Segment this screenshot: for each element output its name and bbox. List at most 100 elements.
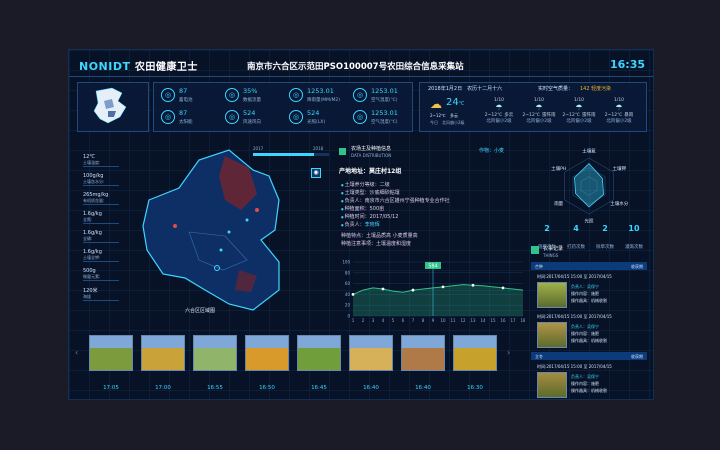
note-key: 种植特点：	[341, 233, 367, 239]
thermometer-icon: ◎	[353, 88, 367, 102]
info-row-1: ● 土壤类型：沙底细砂粘壤	[341, 189, 400, 196]
gallery-time: 16:50	[259, 385, 275, 391]
weather-date: 2018年1月2日 农历十二月十六	[428, 86, 503, 92]
chart-xtick: 13	[470, 318, 476, 323]
stat-3: 10 灌溉次数	[620, 224, 648, 252]
chart-point	[411, 288, 415, 292]
clock: 16:35	[609, 58, 645, 71]
stat-value: 2	[544, 224, 550, 233]
info-note-1: 种植注意事项：土壤温度和湿度	[341, 240, 411, 247]
info-value: 二级	[379, 182, 390, 188]
forecast-wind: 北风偏小2级	[606, 119, 632, 124]
info-key: 负责人：	[344, 222, 365, 228]
stat-label: 灌溉次数	[625, 245, 643, 250]
chart-xtick: 2	[362, 318, 365, 323]
info-row-3: ● 种植面积：500亩	[341, 205, 384, 212]
metric-label: 降雨量(MM/M2)	[307, 98, 341, 103]
gallery-photo[interactable]	[193, 335, 237, 371]
forecast-day-0: 1/10 ☂ 2~12℃ 多云 北风偏小2级	[481, 98, 517, 124]
stat-value: 2	[602, 224, 608, 233]
forecast-wind: 北风偏小2级	[526, 119, 552, 124]
metric-5: ◎ 524 风速风向	[225, 108, 287, 130]
gallery-photo[interactable]	[89, 335, 133, 371]
province-map-panel	[77, 82, 149, 132]
chart-marker-label: 584	[428, 264, 438, 270]
province-map	[93, 87, 127, 124]
cloud-sun-icon: ☁	[430, 97, 442, 111]
record-time: 时间:2017/04/15 15:00 至 2017/04/15	[537, 274, 612, 279]
chart-xtick: 4	[382, 318, 385, 323]
rain-cloud-icon: ☂	[535, 103, 543, 112]
gallery-photo[interactable]	[453, 335, 497, 371]
note-value: 土壤温度和湿度	[376, 241, 412, 247]
gallery-photo[interactable]	[141, 335, 185, 371]
air-quality-label: 实时空气质量：	[538, 86, 574, 92]
timeline-slider[interactable]	[253, 153, 329, 156]
radar-label: 土壤水分	[610, 200, 628, 207]
gallery-time: 16:30	[467, 385, 483, 391]
records-tab-season[interactable]: 芒种	[535, 264, 543, 269]
location-pin-icon[interactable]: ◉	[311, 168, 321, 178]
records-tab-harvest[interactable]: 收获期	[631, 264, 643, 269]
today-wind: 今日 北风偏小2级	[430, 120, 465, 125]
metric-label: 风速风向	[243, 120, 261, 125]
record-tool: 操作器具：机械收割	[571, 338, 607, 343]
gallery-next-icon[interactable]: ›	[507, 348, 510, 357]
radar-label: 土壤钾	[613, 165, 627, 172]
field-photo	[537, 372, 567, 398]
page-title: 南京市六合区示范田PSO100007号农田综合信息采集站	[247, 62, 464, 72]
gallery-photo[interactable]	[245, 335, 289, 371]
chart-xtick: 5	[392, 318, 395, 323]
gallery-prev-icon[interactable]: ‹	[75, 348, 78, 357]
chart-xtick: 3	[372, 318, 375, 323]
forecast-day-3: 1/10 ☂ 2~12℃ 暴雨 北风偏小2级	[601, 98, 637, 124]
chart-xtick: 6	[402, 318, 405, 323]
chart-ytick: 40	[345, 292, 351, 297]
gallery-photo[interactable]	[297, 335, 341, 371]
chart-point	[441, 285, 445, 289]
forecast-wind: 北风偏小2级	[566, 119, 592, 124]
gallery-time: 16:55	[207, 385, 223, 391]
chart-xtick: 17	[510, 318, 516, 323]
note-value: 土壤品质高 小麦质量高	[366, 233, 418, 239]
info-row-4: ● 种植时间：2017/05/12	[341, 213, 398, 220]
stat-label: 打药次数	[567, 245, 585, 250]
stat-2: 2 除草次数	[591, 224, 619, 252]
soil-stat-1: 100g/kg 土壤含水分:	[83, 173, 119, 186]
info-key: 种植面积：	[344, 206, 370, 212]
record-tool: 操作器具：机械收割	[571, 388, 607, 393]
chart-point	[381, 287, 385, 291]
brand-cn: 农田健康卫士	[134, 62, 198, 73]
record-item[interactable]: 时间:2017/04/15 15:00 至 2017/04/15 负责人：吴保宁操…	[531, 312, 647, 364]
gallery-photo[interactable]	[401, 335, 445, 371]
chart-xtick: 7	[412, 318, 415, 323]
soil-stat-label: 土壤温度:	[83, 160, 101, 165]
metric-0: ◎ 87 蓄电池	[161, 86, 223, 108]
gallery-photo[interactable]	[349, 335, 393, 371]
metric-label: 空气湿度(℃)	[371, 120, 398, 125]
metric-label: 数据流量	[243, 98, 261, 103]
metric-label: 蓄电池	[179, 98, 193, 103]
record-owner: 负责人：吴保宁	[571, 324, 599, 329]
info-subtitle: DATA DISTRIBUTION	[351, 153, 392, 158]
metric-3: ◎ 1253.01 空气温度(℃)	[353, 86, 415, 108]
humidity-icon: ◎	[353, 110, 367, 124]
info-note-0: 种植特点：土壤品质高 小麦质量高	[341, 232, 418, 239]
brand-text: NONIDT	[79, 60, 131, 73]
timeline-end: 2018	[313, 146, 324, 151]
record-op: 操作内容：施肥	[571, 291, 599, 296]
radar-label: 土壤PH	[551, 165, 566, 172]
metric-value: 1253.01	[371, 109, 398, 117]
gallery-time: 16:45	[311, 385, 327, 391]
gallery-time: 16:40	[363, 385, 379, 391]
records-tab-bar[interactable]: 芒种 收获期	[531, 262, 647, 270]
record-item[interactable]: 时间:2017/04/15 15:00 至 2017/04/15 负责人：吴保宁操…	[531, 362, 647, 399]
metric-value: 1253.01	[307, 87, 334, 95]
chart-xtick: 8	[422, 318, 425, 323]
info-value: 李晓辉	[364, 222, 380, 228]
today-temp-unit: ℃	[458, 101, 465, 107]
info-value: 2017/05/12	[369, 214, 399, 220]
soil-stat-6: 500g 微量元素:	[83, 268, 119, 281]
rain-cloud-icon: ☂	[495, 103, 503, 112]
record-op: 操作内容：施肥	[571, 331, 599, 336]
